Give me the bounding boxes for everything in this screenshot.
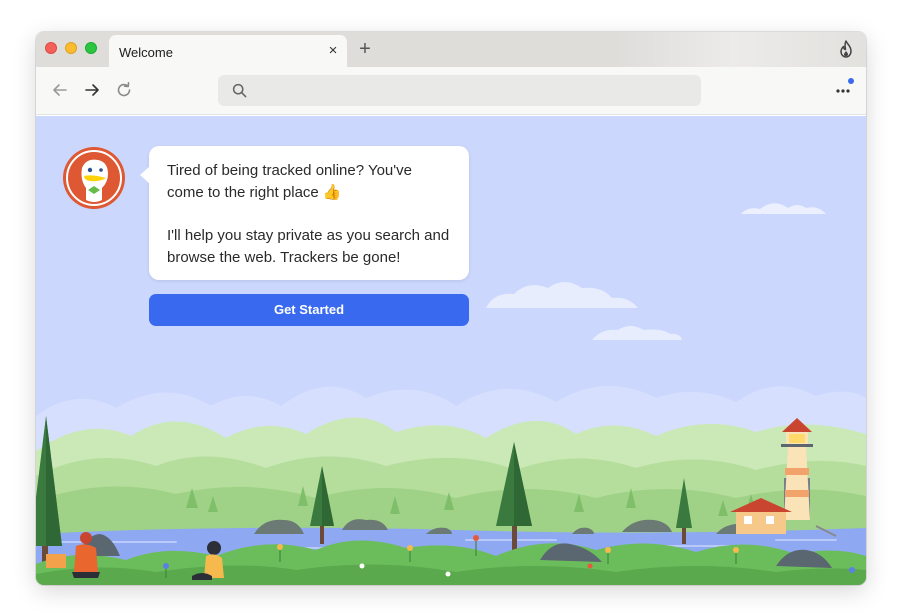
back-arrow-icon[interactable] [50,80,70,100]
address-bar[interactable] [218,75,701,106]
tab-welcome[interactable]: Welcome × [109,35,347,68]
tab-close-button[interactable]: × [325,43,341,59]
get-started-button[interactable]: Get Started [149,294,469,326]
browser-window: Welcome × + Tired of being tracked onlin… [36,32,866,585]
search-icon [232,83,247,98]
window-close-button[interactable] [45,42,57,54]
duckduckgo-logo [63,147,125,209]
more-menu-icon[interactable] [832,78,856,102]
welcome-message-line1: Tired of being tracked online? You've co… [167,162,412,201]
notification-dot [848,78,854,84]
new-tab-button[interactable]: + [354,38,376,60]
bubble-tail [140,166,150,184]
welcome-page: Tired of being tracked online? You've co… [36,116,866,585]
window-maximize-button[interactable] [85,42,97,54]
forward-arrow-icon[interactable] [82,80,102,100]
tab-title: Welcome [119,45,173,60]
window-minimize-button[interactable] [65,42,77,54]
address-input[interactable] [256,75,686,106]
fire-icon[interactable] [838,40,854,58]
tab-strip: Welcome × + [36,32,866,68]
reload-icon[interactable] [114,80,134,100]
navigation-toolbar [36,67,866,115]
welcome-message-line2: I'll help you stay private as you search… [167,227,450,266]
welcome-speech-bubble: Tired of being tracked online? You've co… [140,146,469,280]
